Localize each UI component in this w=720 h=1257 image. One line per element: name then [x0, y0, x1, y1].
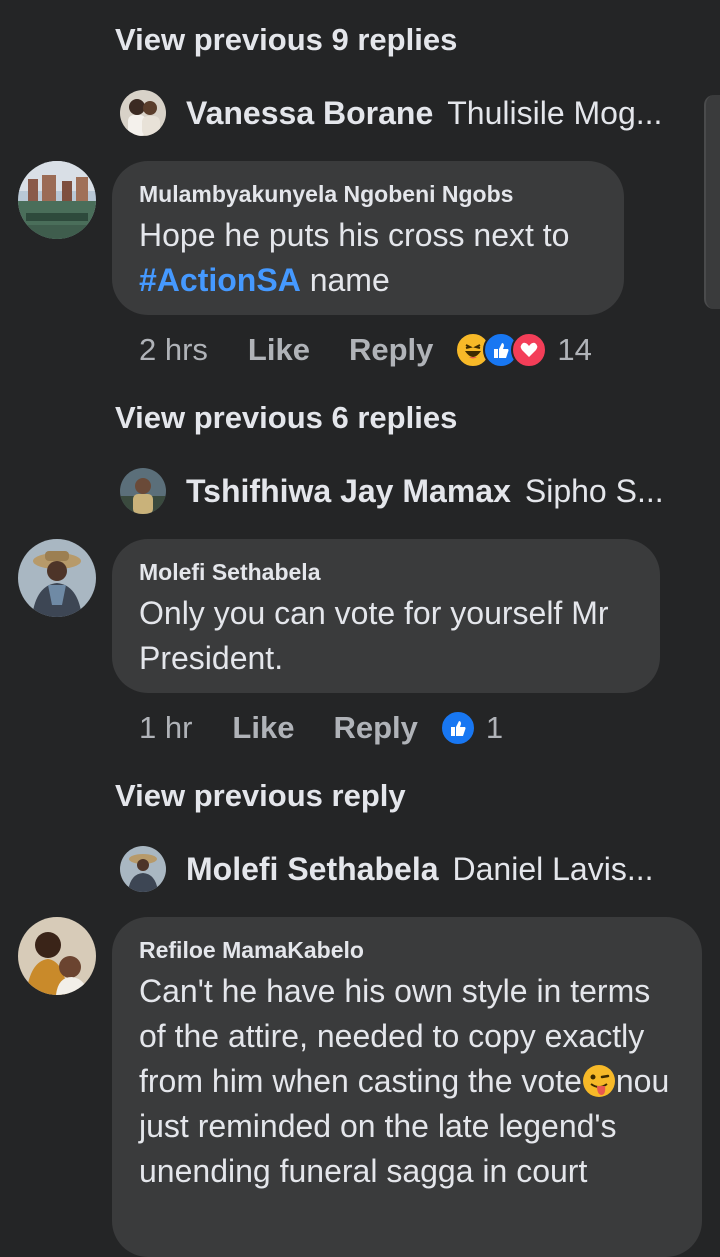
like-icon — [439, 710, 476, 746]
reaction-count[interactable]: 1 — [486, 710, 503, 746]
comment-bubble[interactable]: Molefi Sethabela Only you can vote for y… — [112, 539, 660, 693]
scrollbar[interactable] — [704, 95, 720, 309]
reply-author-name[interactable]: Vanessa Borane — [186, 95, 433, 132]
comment-actions: 2 hrs Like Reply 14 — [139, 328, 592, 372]
comment-author[interactable]: Mulambyakunyela Ngobeni Ngobs — [139, 179, 597, 209]
reply-snippet[interactable]: Daniel Lavis... — [453, 851, 654, 888]
comment-text: Hope he puts his cross next to #ActionSA … — [139, 217, 570, 298]
like-button[interactable]: Like — [232, 710, 294, 746]
view-previous-replies-link[interactable]: View previous 6 replies — [115, 400, 457, 436]
reply-button[interactable]: Reply — [349, 332, 433, 368]
comment-text: Can't he have his own style in terms of … — [139, 973, 670, 1189]
reply-author-name[interactable]: Tshifhiwa Jay Mamax — [186, 473, 511, 510]
reply-author-name[interactable]: Molefi Sethabela — [186, 851, 439, 888]
reply-snippet[interactable]: Thulisile Mog... — [447, 95, 662, 132]
collapsed-reply[interactable]: Molefi Sethabela Daniel Lavis... — [120, 845, 653, 893]
reactions-summary[interactable] — [439, 710, 476, 746]
collapsed-reply[interactable]: Tshifhiwa Jay Mamax Sipho S... — [120, 467, 664, 515]
reply-snippet[interactable]: Sipho S... — [525, 473, 664, 510]
comment-author[interactable]: Molefi Sethabela — [139, 557, 633, 587]
comment-actions: 1 hr Like Reply 1 — [139, 706, 503, 750]
view-previous-replies-link[interactable]: View previous 9 replies — [115, 22, 457, 58]
reply-button[interactable]: Reply — [333, 710, 417, 746]
avatar[interactable] — [120, 846, 166, 892]
view-previous-replies-link[interactable]: View previous reply — [115, 778, 406, 814]
love-icon — [511, 332, 548, 368]
avatar[interactable] — [120, 90, 166, 136]
avatar[interactable] — [18, 161, 96, 239]
comment-bubble[interactable]: Refiloe MamaKabelo Can't he have his own… — [112, 917, 702, 1257]
avatar[interactable] — [120, 468, 166, 514]
winking-tongue-emoji — [582, 1064, 616, 1098]
like-button[interactable]: Like — [248, 332, 310, 368]
hashtag-link[interactable]: #ActionSA — [139, 262, 301, 298]
comment-timestamp[interactable]: 1 hr — [139, 710, 192, 746]
reactions-summary[interactable] — [455, 332, 548, 368]
reaction-count[interactable]: 14 — [557, 332, 591, 368]
avatar[interactable] — [18, 539, 96, 617]
comment-author[interactable]: Refiloe MamaKabelo — [139, 935, 675, 965]
avatar[interactable] — [18, 917, 96, 995]
comment-timestamp[interactable]: 2 hrs — [139, 332, 208, 368]
collapsed-reply[interactable]: Vanessa Borane Thulisile Mog... — [120, 89, 662, 137]
comment-text: Only you can vote for yourself Mr Presid… — [139, 595, 609, 676]
comment-bubble[interactable]: Mulambyakunyela Ngobeni Ngobs Hope he pu… — [112, 161, 624, 315]
